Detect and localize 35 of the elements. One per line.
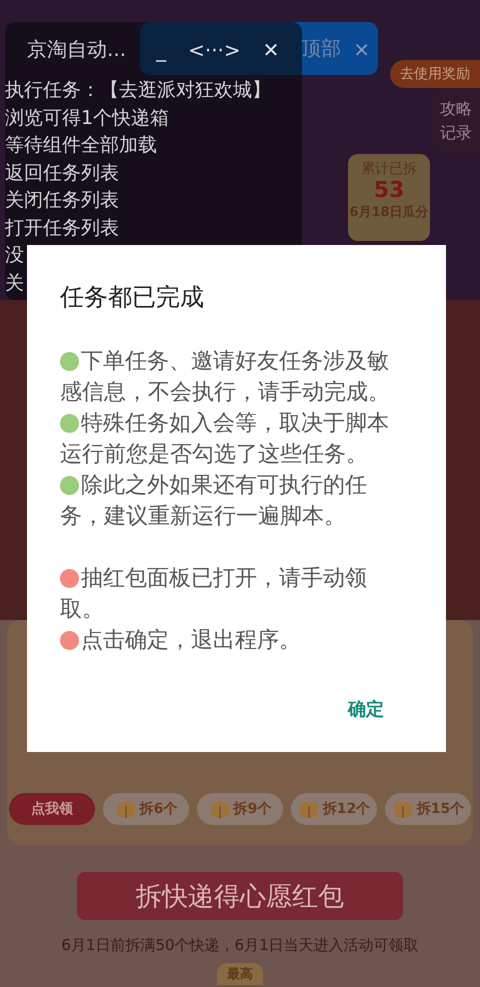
log-line: 关闭任务列表	[5, 188, 119, 213]
box-icon	[392, 799, 414, 819]
side-link[interactable]: 攻略	[440, 97, 472, 121]
box-icon	[114, 799, 137, 819]
log-line: 打开任务列表	[5, 216, 119, 240]
log-line: 执行任务：【去逛派对狂欢城】	[5, 78, 271, 103]
dialog-message: 特殊任务如入会等，取决于脚本运行前您是否勾选了这些任务。	[60, 410, 390, 469]
log-line: 没	[5, 243, 24, 268]
log-line: 等待组件全部加载	[5, 133, 157, 158]
close-icon[interactable]: ×	[353, 36, 370, 60]
box-icon	[298, 799, 320, 819]
claim-button[interactable]: 点我领	[9, 793, 95, 825]
panel-control-button[interactable]: <···>	[184, 38, 245, 62]
confirm-button[interactable]: 确定	[342, 696, 390, 722]
panel-control-button[interactable]: ✕	[258, 38, 284, 62]
log-line: 返回任务列表	[5, 160, 119, 186]
side-link[interactable]: 记录	[440, 121, 472, 145]
counter-value: 53	[374, 178, 404, 203]
reward-pill[interactable]: 去使用奖励	[390, 60, 480, 88]
box-icon	[208, 799, 231, 819]
dialog-title: 任务都已完成	[60, 282, 205, 313]
unbox-button[interactable]: 拆12个	[291, 793, 377, 825]
unbox-button[interactable]: 拆15个	[385, 793, 471, 825]
dialog-message: 除此之外如果还有可执行的任务，建议重新运行一遍脚本。	[60, 472, 368, 531]
title-banner: 拆快递得心愿红包	[77, 872, 403, 920]
unbox-button[interactable]: 拆9个	[197, 793, 283, 825]
log-line: 关	[5, 270, 24, 296]
dialog-message: 下单任务、邀请好友任务涉及敏感信息，不会执行，请手动完成。	[60, 348, 391, 407]
dialog-message: 抽红包面板已打开，请手动领取。	[60, 565, 368, 624]
log-line: 浏览可得1个快递箱	[5, 106, 170, 130]
dialog-message: 点击确定，退出程序。	[60, 625, 396, 656]
log-panel-title: 京淘自动...	[27, 36, 126, 63]
panel-control-button[interactable]: _	[152, 38, 170, 62]
notice-text: 6月1日前拆满50个快递，6月1日当天进入活动可领取	[61, 936, 419, 955]
unbox-button[interactable]: 拆6个	[103, 793, 189, 825]
